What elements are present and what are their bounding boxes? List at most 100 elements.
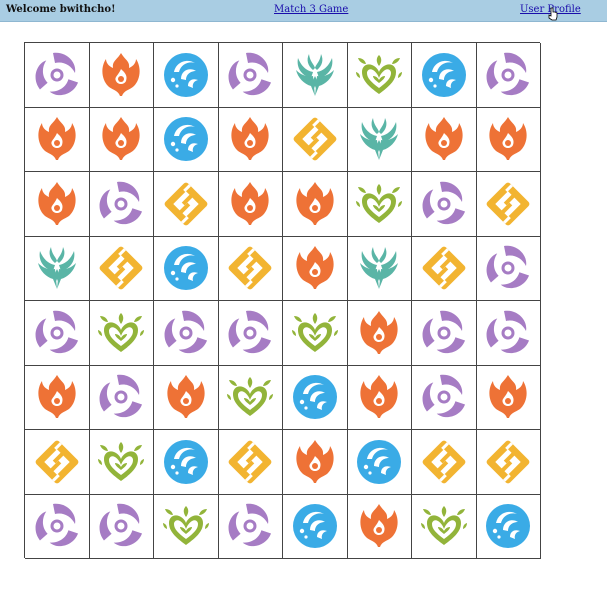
board-cell[interactable] (154, 494, 219, 559)
board-cell[interactable] (412, 430, 477, 495)
board-cell[interactable] (476, 172, 541, 237)
electro-icon (32, 308, 82, 358)
dendro-icon (354, 50, 404, 100)
board-cell[interactable] (283, 430, 348, 495)
board-cell[interactable] (283, 365, 348, 430)
anemo-icon (354, 243, 404, 293)
electro-icon (161, 308, 211, 358)
board-cell[interactable] (218, 236, 283, 301)
board-cell[interactable] (347, 365, 412, 430)
geo-icon (32, 437, 82, 487)
board-cell[interactable] (283, 107, 348, 172)
board-cell[interactable] (412, 365, 477, 430)
pyro-icon (225, 179, 275, 229)
board-cell[interactable] (283, 172, 348, 237)
board-cell[interactable] (476, 494, 541, 559)
board-cell[interactable] (25, 107, 90, 172)
hydro-icon (419, 50, 469, 100)
pyro-icon (290, 243, 340, 293)
board-cell[interactable] (412, 301, 477, 366)
board-cell[interactable] (25, 172, 90, 237)
board-cell[interactable] (89, 172, 154, 237)
board-cell[interactable] (283, 301, 348, 366)
hydro-icon (161, 114, 211, 164)
game-board (24, 42, 541, 559)
board-cell[interactable] (412, 494, 477, 559)
geo-icon (161, 179, 211, 229)
dendro-icon (96, 437, 146, 487)
board-cell[interactable] (154, 107, 219, 172)
board-cell[interactable] (89, 365, 154, 430)
hydro-icon (161, 437, 211, 487)
board-cell[interactable] (218, 430, 283, 495)
hydro-icon (483, 501, 533, 551)
board-cell[interactable] (154, 43, 219, 108)
board-cell[interactable] (89, 430, 154, 495)
board-cell[interactable] (154, 236, 219, 301)
electro-icon (225, 308, 275, 358)
dendro-icon (354, 179, 404, 229)
board-cell[interactable] (154, 172, 219, 237)
board-cell[interactable] (476, 301, 541, 366)
board-cell[interactable] (218, 365, 283, 430)
anemo-icon (32, 243, 82, 293)
board-cell[interactable] (25, 430, 90, 495)
electro-icon (225, 501, 275, 551)
electro-icon (225, 50, 275, 100)
pyro-icon (32, 114, 82, 164)
pyro-icon (290, 437, 340, 487)
board-cell[interactable] (347, 43, 412, 108)
board-cell[interactable] (283, 43, 348, 108)
board-cell[interactable] (476, 365, 541, 430)
board-cell[interactable] (89, 43, 154, 108)
electro-icon (419, 308, 469, 358)
board-cell[interactable] (412, 43, 477, 108)
electro-icon (32, 501, 82, 551)
board-cell[interactable] (283, 494, 348, 559)
board-cell[interactable] (347, 430, 412, 495)
geo-icon (225, 243, 275, 293)
pyro-icon (354, 308, 404, 358)
board-cell[interactable] (347, 301, 412, 366)
board-cell[interactable] (25, 365, 90, 430)
hydro-icon (161, 243, 211, 293)
board-cell[interactable] (218, 494, 283, 559)
board-cell[interactable] (347, 236, 412, 301)
board-cell[interactable] (476, 236, 541, 301)
board-cell[interactable] (218, 107, 283, 172)
board-cell[interactable] (347, 107, 412, 172)
board-cell[interactable] (347, 172, 412, 237)
hydro-icon (354, 437, 404, 487)
board-cell[interactable] (283, 236, 348, 301)
pyro-icon (354, 501, 404, 551)
board-cell[interactable] (154, 430, 219, 495)
pyro-icon (32, 372, 82, 422)
board-cell[interactable] (412, 107, 477, 172)
board-cell[interactable] (25, 236, 90, 301)
electro-icon (32, 50, 82, 100)
dendro-icon (419, 501, 469, 551)
board-cell[interactable] (89, 494, 154, 559)
board-cell[interactable] (25, 301, 90, 366)
board-cell[interactable] (347, 494, 412, 559)
board-cell[interactable] (154, 301, 219, 366)
board-cell[interactable] (89, 301, 154, 366)
board-cell[interactable] (218, 172, 283, 237)
match-3-game-link[interactable]: Match 3 Game (274, 4, 348, 15)
board-cell[interactable] (412, 236, 477, 301)
board-cell[interactable] (476, 430, 541, 495)
board-cell[interactable] (476, 43, 541, 108)
hydro-icon (161, 50, 211, 100)
board-cell[interactable] (25, 494, 90, 559)
board-cell[interactable] (89, 107, 154, 172)
geo-icon (290, 114, 340, 164)
pyro-icon (32, 179, 82, 229)
pyro-icon (419, 114, 469, 164)
board-cell[interactable] (218, 301, 283, 366)
board-cell[interactable] (218, 43, 283, 108)
board-cell[interactable] (476, 107, 541, 172)
board-cell[interactable] (89, 236, 154, 301)
board-cell[interactable] (25, 43, 90, 108)
board-cell[interactable] (154, 365, 219, 430)
board-cell[interactable] (412, 172, 477, 237)
